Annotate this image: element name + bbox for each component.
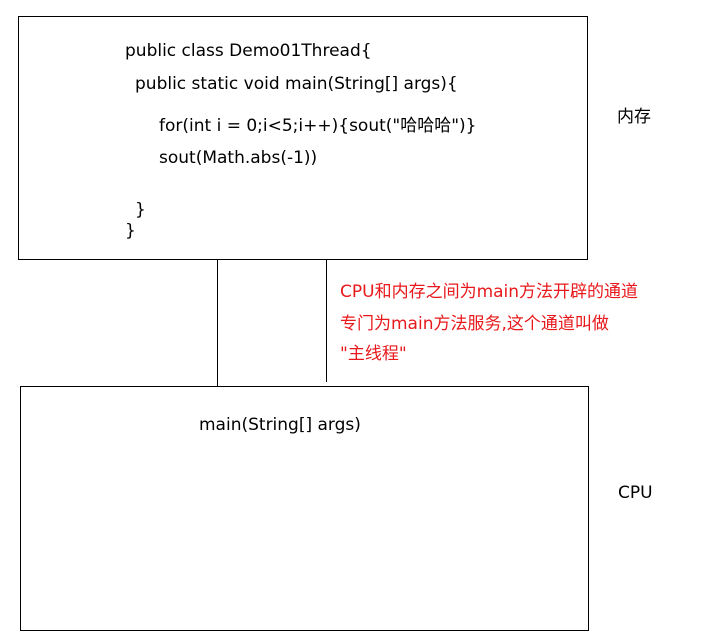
annotation-line-2: 专门为main方法服务,这个通道叫做: [340, 314, 609, 334]
code-line-class-decl: public class Demo01Thread{: [125, 41, 372, 61]
code-line-sout: sout(Math.abs(-1)): [159, 148, 318, 168]
cpu-label: CPU: [618, 483, 653, 503]
code-line-close-class: }: [125, 221, 136, 241]
code-line-for-loop: for(int i = 0;i<5;i++){sout("哈哈哈")}: [159, 116, 477, 136]
code-line-main-decl: public static void main(String[] args){: [135, 74, 458, 94]
annotation-line-1: CPU和内存之间为main方法开辟的通道: [340, 282, 639, 302]
cpu-main-method: main(String[] args): [199, 415, 361, 435]
annotation-line-3: "主线程": [340, 344, 407, 364]
memory-box: public class Demo01Thread{ public static…: [18, 16, 588, 260]
memory-label: 内存: [617, 107, 651, 127]
channel-line-right: [326, 260, 327, 382]
cpu-box: main(String[] args): [20, 386, 589, 631]
channel-line-left: [217, 260, 218, 386]
code-line-close-main: }: [135, 200, 146, 220]
